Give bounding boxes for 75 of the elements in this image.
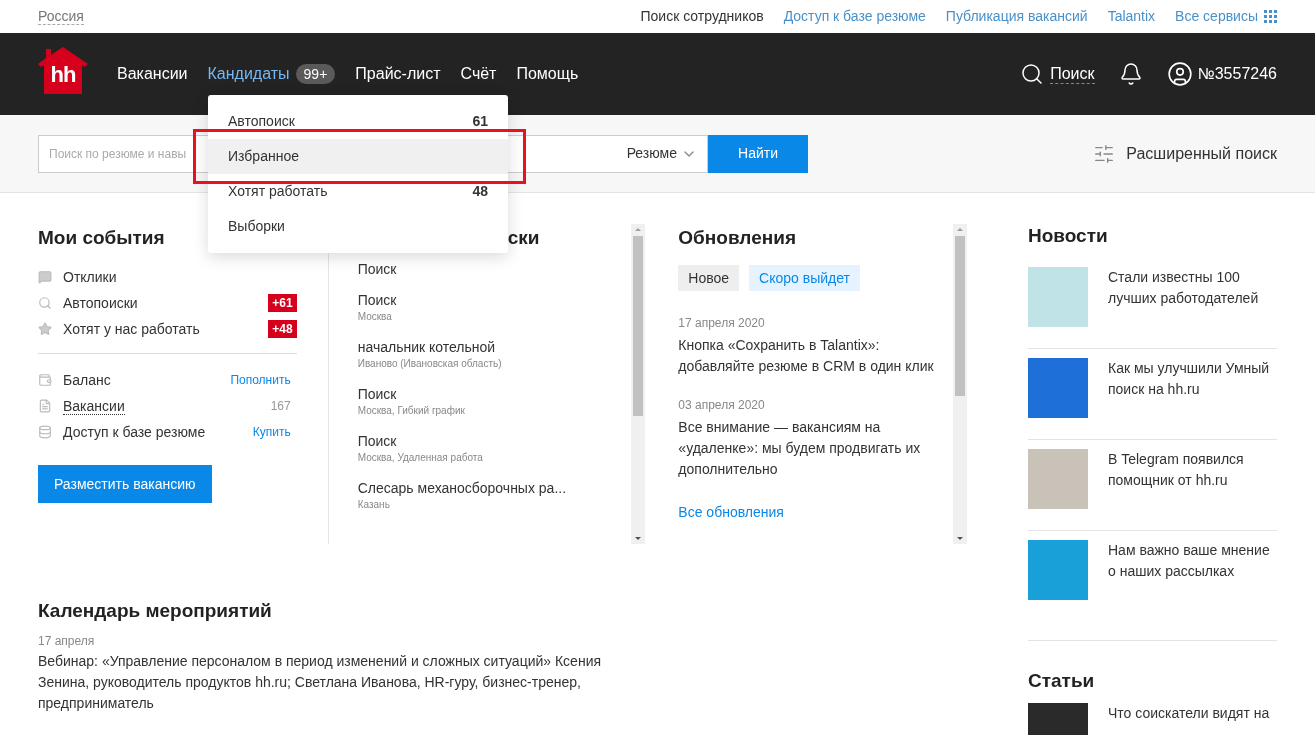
location-text: Москва, Удаленная работа [357,451,484,465]
region-link[interactable]: Россия [38,8,84,25]
date-text: 17 апреля [38,633,96,649]
document-icon [38,399,52,413]
scrollbar[interactable] [953,224,967,544]
service-link[interactable]: Поиск сотрудников [640,6,764,27]
count-badge: +48 [268,320,297,338]
advanced-search-link[interactable]: Расширенный поиск [1126,141,1277,166]
database-icon [38,425,52,439]
find-button[interactable]: Найти [708,134,808,173]
event-link[interactable]: Доступ к базе резюме [63,421,206,443]
update-link[interactable]: Кнопка «Сохранить в Talantix»: добавляйте резюме в CRM в один клик [678,335,943,377]
event-link[interactable]: Автопоиски [63,292,138,314]
event-link[interactable]: Вакансии [63,397,125,415]
nav-link[interactable]: Счёт [460,62,497,86]
date-text: 17 апреля 2020 [678,315,766,331]
news-link[interactable]: Как мы улучшили Умный поиск на hh.ru [1108,358,1277,430]
scrollbar[interactable] [631,224,646,544]
location-text: Москва, Гибкий график [357,404,466,418]
all-updates-link[interactable]: Все обновления [678,504,784,520]
section-title: Статьи [1028,669,1096,693]
update-link[interactable]: Все внимание — вакансиям на «удаленке»: мы будем продвигать их дополнительно [678,417,943,480]
event-link[interactable]: Вебинар: «Управление персоналом в период изменений и сложных ситуаций» Ксения Зенина, руководитель продуктов hh.ru; Светлана Иванова, HR-гуру, бизнес-тренер, предприниматель [38,651,648,714]
count-badge: 99+ [295,64,336,84]
search-icon[interactable] [1020,62,1045,86]
dropdown-item[interactable]: Выборки [208,209,508,244]
nav-link[interactable]: Вакансии [117,62,188,86]
action-link[interactable]: Купить [252,423,291,441]
search-link[interactable]: Поиск [1050,64,1095,84]
post-vacancy-button[interactable]: Разместить вакансию [38,465,212,503]
location-text: Иваново (Ивановская область) [357,357,503,371]
saved-search-link[interactable]: Поиск [357,385,632,403]
saved-search-link[interactable]: Поиск [357,291,632,309]
service-link[interactable]: Доступ к базе резюме [783,6,926,27]
event-link[interactable]: Баланс [63,369,111,391]
section-title: Обновления [678,226,797,250]
notification-bell-icon[interactable] [1118,61,1143,87]
service-link[interactable]: Публикация вакансий [945,6,1088,27]
saved-search-link[interactable]: начальник котельной [357,338,632,356]
chat-icon [38,270,52,284]
section-title: Календарь мероприятий [38,599,273,623]
action-link[interactable]: Пополнить [230,371,291,389]
dropdown-item[interactable]: Избранное [208,139,508,174]
user-icon[interactable] [1166,61,1193,87]
nav-link[interactable]: Кандидаты 99+ [207,62,336,86]
section-title: Новости [1028,224,1109,248]
news-link[interactable]: Стали известны 100 лучших работодателей [1108,267,1277,339]
service-link[interactable]: Talantix [1107,6,1156,27]
saved-search-link[interactable]: Поиск [357,432,632,450]
article-link[interactable]: Что соискатели видят на [1108,703,1270,735]
search-type-dropdown[interactable]: Резюме [626,143,707,164]
location-text: Казань [357,498,391,512]
logo[interactable]: hh [38,46,88,96]
dropdown-item[interactable]: Хотят работать 48 [208,174,508,209]
nav-link[interactable]: Прайс-лист [355,62,441,86]
event-link[interactable]: Отклики [63,266,117,288]
wallet-icon [38,373,52,387]
news-link[interactable]: В Telegram появился помощник от hh.ru [1108,449,1277,521]
grid-icon [1264,10,1277,23]
count-text: 167 [270,398,291,415]
location-text: Москва [357,310,393,324]
nav-link[interactable]: Помощь [516,62,579,86]
event-link[interactable]: Хотят у нас работать [63,318,200,340]
section-title: Мои события [38,226,165,250]
search-icon [38,296,52,310]
saved-search-link[interactable]: Слесарь механосборочных ра... [357,479,632,497]
service-link[interactable]: Все сервисы [1175,6,1258,27]
saved-search-link[interactable]: Поиск [357,260,632,278]
section-title: ски [506,226,541,250]
updates-tab[interactable]: Новое [678,265,740,291]
star-icon [38,322,52,336]
news-link[interactable]: Нам важно ваше мнение о наших рассылках [1108,540,1277,613]
account-link[interactable]: №3557246 [1197,62,1277,86]
count-badge: +61 [268,294,297,312]
date-text: 03 апреля 2020 [678,397,766,413]
